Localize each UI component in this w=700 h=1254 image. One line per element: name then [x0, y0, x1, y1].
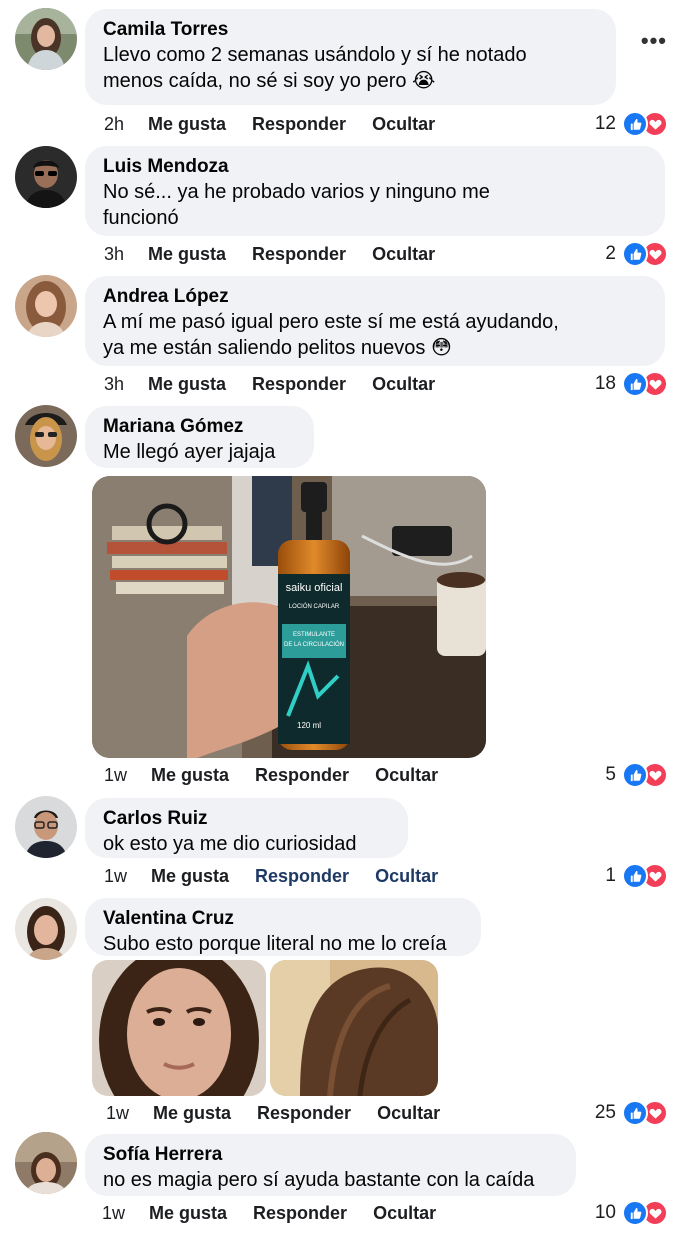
comment-time[interactable]: 1w: [102, 1200, 125, 1226]
hide-button[interactable]: Ocultar: [372, 371, 435, 397]
hide-button[interactable]: Ocultar: [377, 1100, 440, 1126]
like-button[interactable]: Me gusta: [148, 111, 226, 137]
comment-author[interactable]: Carlos Ruiz: [103, 807, 390, 831]
like-reaction-icon: [622, 111, 648, 137]
avatar[interactable]: [15, 405, 77, 467]
like-reaction-icon: [622, 241, 648, 267]
comment-bubble: Andrea López A mí me pasó igual pero est…: [85, 276, 665, 366]
comment-actions: 3h Me gusta Responder Ocultar: [104, 371, 461, 397]
reaction-count: 1: [605, 865, 616, 886]
comment-photo-hair[interactable]: [270, 960, 438, 1096]
reaction-count: 18: [594, 373, 616, 394]
comment-actions: 1w Me gusta Responder Ocultar: [102, 1200, 462, 1226]
comment-text-line: Subo esto porque literal no me lo creía: [103, 933, 447, 955]
comment-text-line: ya me están saliendo pelitos nuevos 😳: [103, 337, 452, 359]
comment-author[interactable]: Luis Mendoza: [103, 155, 647, 179]
reaction-summary[interactable]: 18: [595, 369, 668, 399]
comment-bubble: Mariana Gómez Me llegó ayer jajaja: [85, 406, 314, 468]
reaction-count: 25: [594, 1102, 616, 1123]
reaction-count: 12: [594, 113, 616, 134]
hide-button[interactable]: Ocultar: [375, 762, 438, 788]
comment-text-line: menos caída, no sé si soy yo pero 😭: [103, 70, 436, 92]
bottle-brand: saiku oficial: [286, 582, 343, 594]
reaction-summary[interactable]: 1: [605, 861, 668, 891]
like-button[interactable]: Me gusta: [148, 371, 226, 397]
avatar[interactable]: [15, 146, 77, 208]
like-reaction-icon: [622, 863, 648, 889]
avatar[interactable]: [15, 796, 77, 858]
reaction-summary[interactable]: 2: [605, 239, 668, 269]
reaction-summary[interactable]: 12: [595, 109, 668, 139]
reply-button[interactable]: Responder: [257, 1100, 351, 1126]
avatar[interactable]: [15, 898, 77, 960]
comment-photo-face[interactable]: [92, 960, 266, 1096]
comment-bubble: Sofía Herrera no es magia pero sí ayuda …: [85, 1134, 576, 1196]
comment-bubble: Carlos Ruiz ok esto ya me dio curiosidad: [85, 798, 408, 858]
reply-button[interactable]: Responder: [255, 863, 349, 889]
comment-actions: 1w Me gusta Responder Ocultar: [106, 1100, 466, 1126]
comment-text-line: no es magia pero sí ayuda bastante con l…: [103, 1169, 535, 1191]
reaction-summary[interactable]: 5: [605, 760, 668, 790]
reaction-count: 5: [605, 764, 616, 785]
like-button[interactable]: Me gusta: [151, 863, 229, 889]
comment-bubble: Camila Torres Llevo como 2 semanas usánd…: [85, 9, 616, 105]
like-reaction-icon: [622, 1200, 648, 1226]
reaction-summary[interactable]: 10: [595, 1198, 668, 1228]
reply-button[interactable]: Responder: [252, 111, 346, 137]
like-button[interactable]: Me gusta: [153, 1100, 231, 1126]
bottle-volume: 120 ml: [297, 721, 321, 730]
comment-actions: 2h Me gusta Responder Ocultar: [104, 111, 461, 137]
comment-time[interactable]: 3h: [104, 371, 124, 397]
comment-actions: 1w Me gusta Responder Ocultar: [104, 762, 464, 788]
avatar[interactable]: [15, 1132, 77, 1194]
bottle-label-line: ESTIMULANTE: [293, 632, 335, 638]
reaction-summary[interactable]: 25: [595, 1098, 668, 1128]
comment-actions: 3h Me gusta Responder Ocultar: [104, 241, 461, 267]
comment-author[interactable]: Sofía Herrera: [103, 1143, 558, 1167]
reply-button[interactable]: Responder: [252, 371, 346, 397]
comment-author[interactable]: Mariana Gómez: [103, 415, 296, 439]
comment-bubble: Luis Mendoza No sé... ya he probado vari…: [85, 146, 665, 236]
comment-time[interactable]: 3h: [104, 241, 124, 267]
reply-button[interactable]: Responder: [253, 1200, 347, 1226]
comment-text-line: funcionó: [103, 207, 179, 229]
avatar[interactable]: [15, 8, 77, 70]
like-button[interactable]: Me gusta: [148, 241, 226, 267]
reaction-count: 2: [605, 243, 616, 264]
comment-time[interactable]: 1w: [106, 1100, 129, 1126]
comment-text-line: A mí me pasó igual pero este sí me está …: [103, 311, 559, 333]
avatar[interactable]: [15, 275, 77, 337]
comment-time[interactable]: 1w: [104, 762, 127, 788]
comment-text-line: No sé... ya he probado varios y ninguno …: [103, 181, 490, 203]
comment-photo[interactable]: saiku oficial LOCIÓN CAPILAR ESTIMULANTE…: [92, 476, 486, 758]
comment-text-line: Me llegó ayer jajaja: [103, 441, 276, 463]
comment-time[interactable]: 1w: [104, 863, 127, 889]
comment-author[interactable]: Camila Torres: [103, 18, 598, 42]
hide-button[interactable]: Ocultar: [372, 111, 435, 137]
hide-button[interactable]: Ocultar: [372, 241, 435, 267]
comment-text-line: ok esto ya me dio curiosidad: [103, 833, 357, 855]
like-button[interactable]: Me gusta: [151, 762, 229, 788]
like-button[interactable]: Me gusta: [149, 1200, 227, 1226]
hide-button[interactable]: Ocultar: [375, 863, 438, 889]
comment-author[interactable]: Valentina Cruz: [103, 907, 463, 931]
comment-time[interactable]: 2h: [104, 111, 124, 137]
comment-author[interactable]: Andrea López: [103, 285, 647, 309]
hide-button[interactable]: Ocultar: [373, 1200, 436, 1226]
reply-button[interactable]: Responder: [252, 241, 346, 267]
bottle-label-line: DE LA CIRCULACIÓN: [284, 641, 344, 648]
more-options-icon[interactable]: •••: [641, 28, 667, 54]
like-reaction-icon: [622, 371, 648, 397]
bottle-subtitle: LOCIÓN CAPILAR: [289, 603, 340, 610]
like-reaction-icon: [622, 762, 648, 788]
comment-bubble: Valentina Cruz Subo esto porque literal …: [85, 898, 481, 956]
comment-actions: 1w Me gusta Responder Ocultar: [104, 863, 464, 889]
like-reaction-icon: [622, 1100, 648, 1126]
comment-text-line: Llevo como 2 semanas usándolo y sí he no…: [103, 44, 527, 66]
reply-button[interactable]: Responder: [255, 762, 349, 788]
reaction-count: 10: [594, 1202, 616, 1223]
